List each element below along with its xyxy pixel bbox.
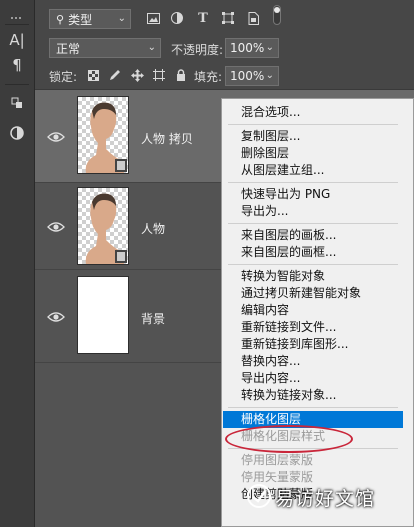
menu-item[interactable]: 转换为链接对象... [223,387,403,404]
lock-image-icon[interactable] [107,67,123,83]
type-filter-icon[interactable]: T [195,10,211,26]
menu-item[interactable]: 来自图层的画板... [223,227,403,244]
chevron-down-icon: ⌄ [265,70,274,81]
menu-item[interactable]: 删除图层 [223,145,403,162]
fill-label: 填充: [194,70,223,84]
menu-separator [228,264,398,265]
menu-item[interactable]: 替换内容... [223,353,403,370]
layer-name[interactable]: 人物 拷贝 [141,130,193,147]
pixel-filter-icon[interactable] [145,10,161,26]
blend-mode-dropdown[interactable]: 正常 ⌄ [49,38,161,58]
layer-thumbnail[interactable] [77,187,129,265]
menu-separator [228,124,398,125]
3d-panel-icon[interactable] [7,93,27,113]
filter-type-dropdown[interactable]: ⚲ 类型 ⌄ [49,9,131,29]
watermark-text: 易访好文馆 [275,488,376,510]
opacity-field[interactable]: 100% ⌄ [225,38,279,58]
menu-separator [228,223,398,224]
menu-item: 栅格化图层样式 [241,429,326,443]
menu-separator [228,407,398,408]
adjustment-filter-icon[interactable] [169,10,185,26]
portrait-thumbnail-icon [85,193,127,264]
lock-artboard-icon[interactable] [151,67,167,83]
filter-toggle-icon[interactable] [269,5,285,25]
filter-type-value: 类型 [68,12,93,27]
search-icon: ⚲ [56,12,65,26]
menu-item[interactable]: 栅格化图层 [223,411,403,428]
lock-label: 锁定: [49,70,78,84]
paragraph-panel-icon[interactable]: ¶ [7,55,27,75]
layer-context-menu: 混合选项... 复制图层... 删除图层 从图层建立组... 快速导出为 PNG 导出为.… [221,98,414,527]
menu-item[interactable]: 来自图层的画框... [223,244,403,261]
character-panel-icon[interactable]: A| [7,30,27,50]
menu-item[interactable]: 重新链接到库图形... [223,336,403,353]
menu-item[interactable]: 快速导出为 PNG [223,186,403,203]
menu-item[interactable]: 重新链接到文件... [223,319,403,336]
menu-separator [228,448,398,449]
menu-separator [228,182,398,183]
lock-all-icon[interactable] [173,67,189,83]
menu-grip-icon[interactable] [7,8,27,28]
chevron-down-icon: ⌄ [117,13,126,24]
menu-item[interactable]: 从图层建立组... [223,162,403,179]
fill-field[interactable]: 100% ⌄ [225,66,279,86]
opacity-value: 100% [230,41,265,55]
visibility-eye-icon[interactable] [47,131,65,143]
opacity-label: 不透明度: [171,43,224,57]
lock-transparent-icon[interactable] [85,67,101,83]
fill-value: 100% [230,69,265,83]
layer-name[interactable]: 背景 [141,310,165,327]
portrait-thumbnail-icon [85,102,127,173]
chevron-down-icon: ⌄ [147,42,156,53]
menu-item[interactable]: 编辑内容 [223,302,403,319]
left-tool-strip: A| ¶ [0,0,35,527]
visibility-eye-icon[interactable] [47,221,65,233]
layer-thumbnail[interactable] [77,96,129,174]
menu-item[interactable]: 复制图层... [223,128,403,145]
shape-filter-icon[interactable] [220,10,236,26]
menu-item[interactable]: 通过拷贝新建智能对象 [223,285,403,302]
layer-name[interactable]: 人物 [141,220,165,237]
chevron-down-icon: ⌄ [265,42,274,53]
menu-item[interactable]: 转换为智能对象 [223,268,403,285]
layer-filter-row: ⚲ 类型 ⌄ T [35,0,414,37]
visibility-eye-icon[interactable] [47,311,65,323]
menu-item[interactable]: 导出内容... [223,370,403,387]
blend-mode-value: 正常 [56,41,81,56]
menu-item[interactable]: 导出为... [223,203,403,220]
blend-opacity-row: 正常 ⌄ 不透明度: 100% ⌄ [35,36,414,62]
lock-position-icon[interactable] [129,67,145,83]
watermark-logo-icon [247,484,271,508]
smart-object-filter-icon[interactable] [245,10,261,26]
menu-item: 停用图层蒙版 [241,453,314,467]
layer-thumbnail[interactable] [77,276,129,354]
menu-item[interactable]: 混合选项... [223,104,403,121]
lock-fill-row: 锁定: 填充: 100% ⌄ [35,62,414,90]
adjustments-icon[interactable] [7,123,27,143]
